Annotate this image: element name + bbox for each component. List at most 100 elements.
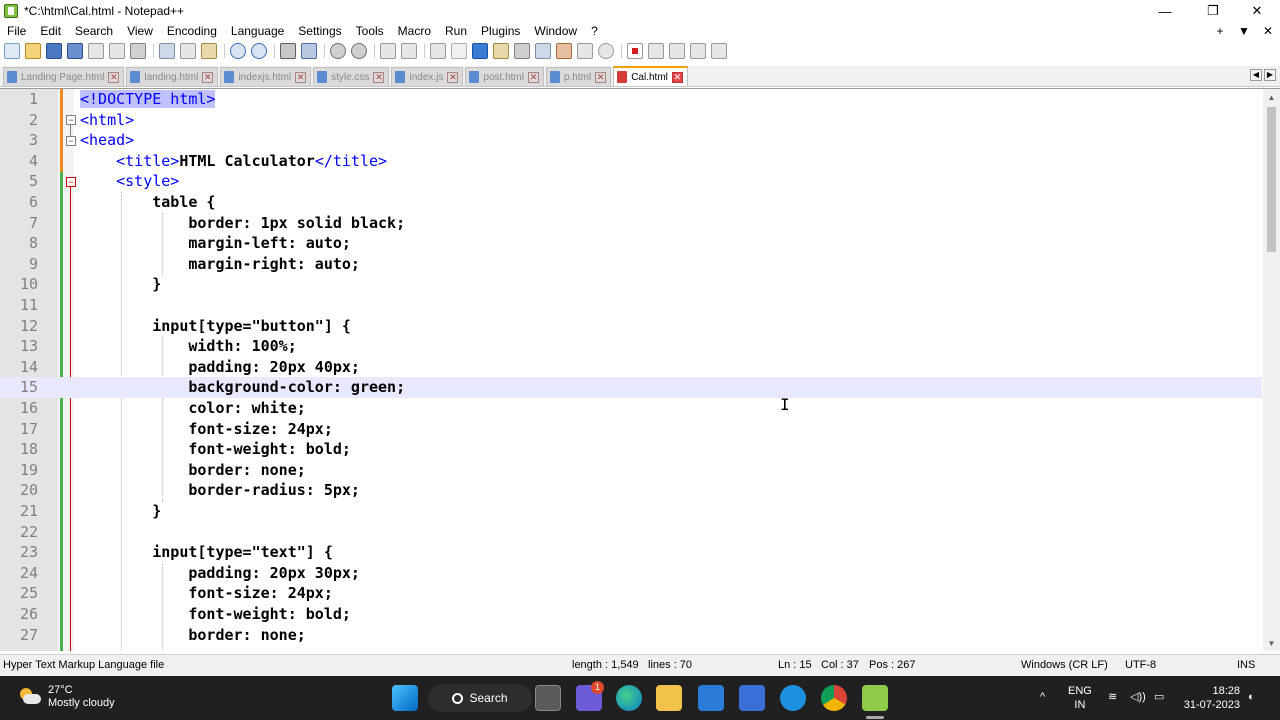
tab-index-js[interactable]: index.js ✕ [391, 67, 464, 86]
microsoft-store-icon[interactable] [698, 685, 724, 711]
run-macro-multiple-icon[interactable] [690, 43, 706, 59]
menu-edit[interactable]: Edit [33, 22, 68, 41]
zoom-in-icon[interactable] [330, 43, 346, 59]
close-all-icon[interactable] [109, 43, 125, 59]
line-number: 2 [28, 110, 38, 129]
code-line: 25 font-size: 24px; [0, 583, 1262, 604]
edge-browser-icon[interactable] [616, 685, 642, 711]
file-explorer-icon[interactable] [656, 685, 682, 711]
tab-close-icon[interactable]: ✕ [108, 71, 120, 83]
document-list-icon[interactable] [535, 43, 551, 59]
record-macro-icon[interactable] [627, 43, 643, 59]
cut-icon[interactable] [159, 43, 175, 59]
task-view-icon[interactable] [535, 685, 561, 711]
menu-run[interactable]: Run [438, 22, 474, 41]
open-file-icon[interactable] [25, 43, 41, 59]
print-icon[interactable] [130, 43, 146, 59]
sync-horizontal-icon[interactable] [401, 43, 417, 59]
tab-close-icon[interactable]: ✕ [447, 71, 459, 83]
menu-plugins[interactable]: Plugins [474, 22, 527, 41]
menu-macro[interactable]: Macro [391, 22, 438, 41]
current-code-line: 15 background-color: green; [0, 377, 1262, 398]
taskbar-search-button[interactable]: Search [428, 684, 532, 712]
php-app-icon[interactable] [739, 685, 765, 711]
notepadpp-taskbar-icon[interactable] [862, 685, 888, 711]
tab-post-html[interactable]: post.html ✕ [465, 67, 544, 86]
tab-close-icon[interactable]: ✕ [595, 71, 607, 83]
folder-as-workspace-icon[interactable] [577, 43, 593, 59]
battery-icon[interactable]: ▭ [1154, 690, 1164, 704]
windows-start-icon[interactable] [392, 685, 418, 711]
tab-landing-page-html[interactable]: Landing Page.html ✕ [3, 67, 125, 86]
tab-scroll-left-icon[interactable]: ◀ [1250, 69, 1262, 81]
menu-encoding[interactable]: Encoding [160, 22, 224, 41]
tab-list-dropdown-icon[interactable]: ▼ [1232, 22, 1256, 41]
menu-tools[interactable]: Tools [349, 22, 391, 41]
find-icon[interactable] [280, 43, 296, 59]
menu-window[interactable]: Window [527, 22, 584, 41]
scrollbar-thumb[interactable] [1267, 107, 1276, 252]
language-indicator[interactable]: ENG IN [1068, 684, 1092, 712]
tab-cal-html[interactable]: Cal.html ✕ [613, 66, 688, 86]
zoom-out-icon[interactable] [351, 43, 367, 59]
new-file-icon[interactable] [4, 43, 20, 59]
toolbar-separator [621, 44, 622, 58]
line-number: 18 [19, 440, 38, 459]
save-macro-icon[interactable] [711, 43, 727, 59]
replace-icon[interactable] [301, 43, 317, 59]
chrome-icon[interactable] [821, 685, 847, 711]
close-document-icon[interactable]: ✕ [1256, 22, 1280, 41]
tab-close-icon[interactable]: ✕ [295, 71, 307, 83]
sync-vertical-icon[interactable] [380, 43, 396, 59]
tab-p-html[interactable]: p.html ✕ [545, 67, 612, 86]
tab-close-icon[interactable]: ✕ [373, 71, 385, 83]
monitoring-icon[interactable] [598, 43, 614, 59]
python-icon[interactable] [780, 685, 806, 711]
weather-widget[interactable]: 27°C Mostly cloudy [18, 684, 115, 710]
minimize-button[interactable]: — [1142, 0, 1188, 22]
menu-language[interactable]: Language [224, 22, 291, 41]
function-list-icon[interactable] [556, 43, 572, 59]
redo-icon[interactable] [251, 43, 267, 59]
tab-style-css[interactable]: style.css ✕ [313, 67, 390, 86]
scroll-down-arrow-icon[interactable]: ▼ [1263, 635, 1280, 651]
tab-indexjs-html[interactable]: indexjs.html ✕ [220, 67, 312, 86]
menu-search[interactable]: Search [68, 22, 120, 41]
menu-file[interactable]: File [0, 22, 33, 41]
maximize-button[interactable]: ❐ [1190, 0, 1236, 22]
line-number: 21 [19, 502, 38, 520]
tab-close-icon[interactable]: ✕ [527, 71, 539, 83]
notification-center-icon[interactable]: ◐ [1248, 690, 1255, 704]
user-defined-language-icon[interactable] [493, 43, 509, 59]
save-icon[interactable] [46, 43, 62, 59]
show-hidden-icons-chevron-icon[interactable]: ^ [1040, 690, 1045, 704]
vertical-scrollbar[interactable]: ▲ ▼ [1263, 89, 1280, 651]
clock[interactable]: 18:28 31-07-2023 [1182, 684, 1240, 712]
menu-help[interactable]: ? [584, 22, 605, 41]
tab-landing-html[interactable]: landing.html ✕ [126, 67, 219, 86]
wifi-icon[interactable]: ≋ [1108, 690, 1117, 704]
indent-guide-icon[interactable] [472, 43, 488, 59]
editor-area[interactable]: − − − 1 <!DOCTYPE html> 2 <html> 3 <head… [0, 88, 1280, 651]
word-wrap-icon[interactable] [430, 43, 446, 59]
copy-icon[interactable] [180, 43, 196, 59]
undo-icon[interactable] [230, 43, 246, 59]
tab-close-icon[interactable]: ✕ [202, 71, 214, 83]
close-button[interactable]: ✕ [1234, 0, 1280, 22]
document-map-icon[interactable] [514, 43, 530, 59]
show-all-characters-icon[interactable] [451, 43, 467, 59]
save-all-icon[interactable] [67, 43, 83, 59]
stop-macro-icon[interactable] [648, 43, 664, 59]
menu-view[interactable]: View [120, 22, 160, 41]
scroll-up-arrow-icon[interactable]: ▲ [1263, 89, 1280, 106]
tab-scroll-right-icon[interactable]: ▶ [1264, 69, 1276, 81]
play-macro-icon[interactable] [669, 43, 685, 59]
tab-close-icon[interactable]: ✕ [671, 71, 683, 83]
volume-icon[interactable]: ◁)) [1130, 690, 1146, 704]
code-line: 13 width: 100%; [0, 336, 1262, 357]
teams-chat-icon[interactable]: 1 [576, 681, 604, 711]
close-file-icon[interactable] [88, 43, 104, 59]
new-tab-plus-icon[interactable]: + [1208, 22, 1232, 41]
paste-icon[interactable] [201, 43, 217, 59]
menu-settings[interactable]: Settings [291, 22, 348, 41]
